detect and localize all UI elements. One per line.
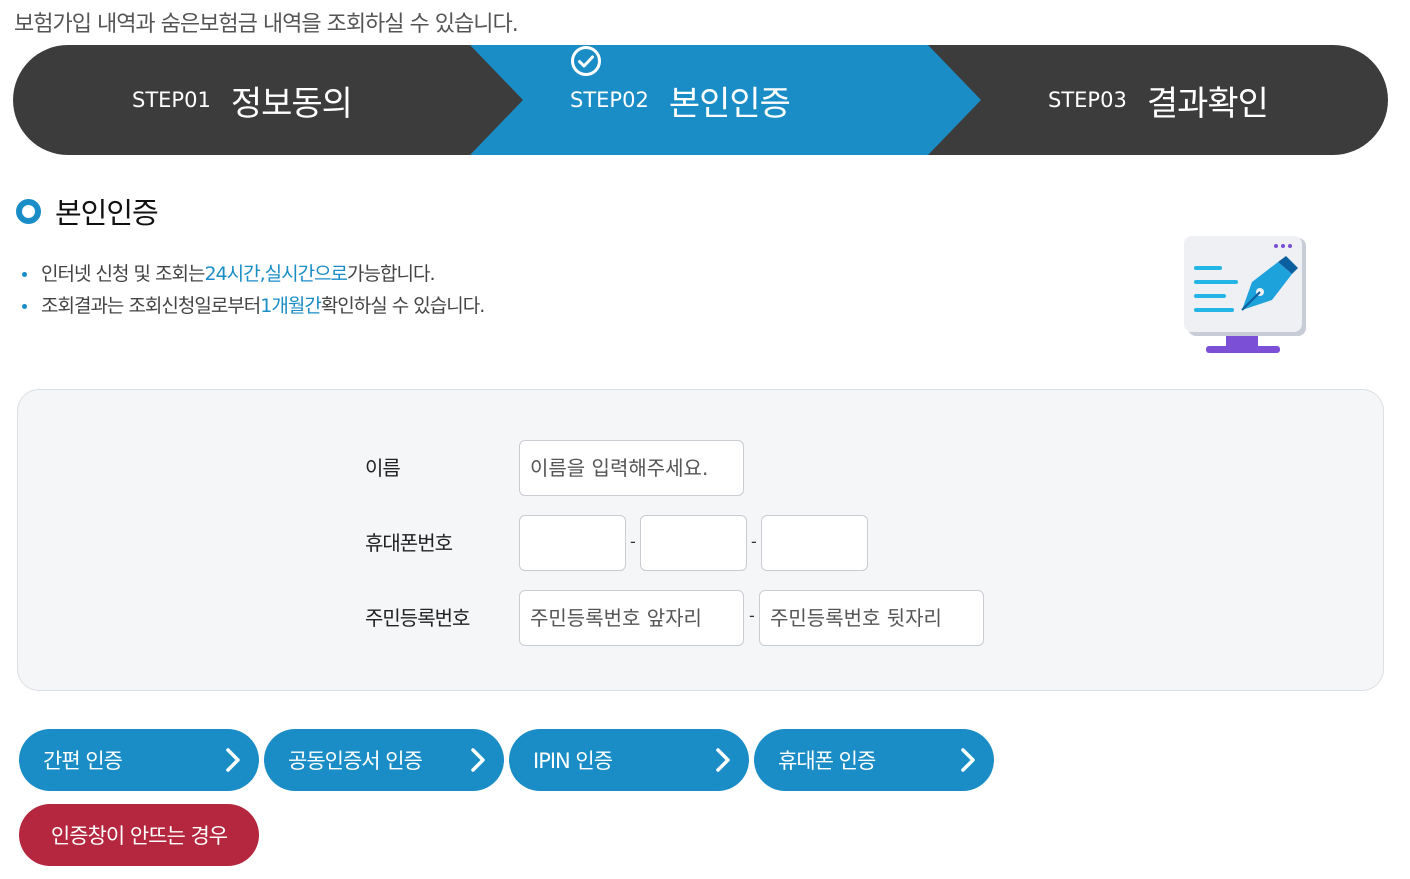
chevron-right-icon (961, 748, 975, 772)
name-label: 이름 (365, 456, 401, 480)
phone-separator: - (751, 532, 757, 551)
info-item: 조회결과는 조회신청일로부터 1개월간 확인하실 수 있습니다. (22, 290, 485, 322)
step-2-current: STEP02 본인인증 (570, 45, 798, 155)
step-1: STEP01 정보동의 (132, 45, 353, 155)
info-text: 확인하실 수 있습니다. (320, 295, 485, 317)
info-highlight: 1개월간 (260, 295, 322, 317)
circle-bullet-icon (16, 198, 41, 224)
certificate-auth-button[interactable]: 공동인증서 인증 (264, 729, 504, 791)
section-title-text: 본인인증 (55, 196, 159, 230)
info-text: 조회결과는 조회신청일로부터 (41, 295, 261, 317)
step-3-name: 결과확인 (1146, 83, 1269, 124)
rrn-label: 주민등록번호 (365, 606, 470, 630)
intro-text: 보험가입 내역과 숨은보험금 내역을 조회하실 수 있습니다. (14, 12, 519, 37)
simple-auth-label: 간편 인증 (43, 749, 123, 773)
step-1-name: 정보동의 (230, 83, 353, 124)
phone-input-1[interactable] (519, 515, 626, 571)
bullet-dot-icon (22, 303, 27, 309)
chevron-right-icon (716, 748, 730, 772)
certificate-auth-label: 공동인증서 인증 (288, 749, 423, 773)
name-input[interactable] (519, 440, 744, 496)
step-1-number: STEP01 (132, 88, 211, 112)
ipin-auth-button[interactable]: IPIN 인증 (509, 729, 749, 791)
step-3-number: STEP03 (1048, 88, 1127, 112)
rrn-front-input[interactable] (519, 590, 744, 646)
simple-auth-button[interactable]: 간편 인증 (19, 729, 259, 791)
phone-auth-button[interactable]: 휴대폰 인증 (754, 729, 994, 791)
step-2-number: STEP02 (570, 88, 649, 112)
step-2-name: 본인인증 (668, 83, 791, 124)
phone-auth-label: 휴대폰 인증 (778, 749, 876, 773)
step-3: STEP03 결과확인 (1048, 45, 1269, 155)
chevron-right-icon (226, 748, 240, 772)
step-progress: STEP01 정보동의 STEP02 본인인증 STEP03 결과확인 (13, 45, 1388, 155)
phone-input-2[interactable] (640, 515, 747, 571)
auth-popup-help-label: 인증창이 안뜨는 경우 (50, 824, 228, 848)
phone-input-3[interactable] (761, 515, 868, 571)
info-item: 인터넷 신청 및 조회는 24시간, 실시간으로 가능합니다. (22, 258, 484, 290)
info-text: 인터넷 신청 및 조회는 (41, 263, 205, 285)
rrn-back-input[interactable] (759, 590, 984, 646)
info-highlight: 실시간으로 (264, 263, 348, 285)
info-list: 인터넷 신청 및 조회는 24시간, 실시간으로 가능합니다. 조회결과는 조회… (22, 258, 485, 322)
info-highlight: 24시간 (204, 263, 260, 285)
phone-separator: - (630, 532, 636, 551)
ipin-auth-label: IPIN 인증 (533, 749, 613, 773)
monitor-pen-icon (1180, 232, 1310, 360)
auth-popup-help-button[interactable]: 인증창이 안뜨는 경우 (19, 804, 259, 866)
rrn-separator: - (749, 606, 755, 625)
section-title: 본인인증 (16, 190, 159, 232)
chevron-right-icon (471, 748, 485, 772)
phone-label: 휴대폰번호 (365, 531, 453, 555)
bullet-dot-icon (22, 271, 27, 277)
info-text: 가능합니다. (347, 263, 435, 285)
